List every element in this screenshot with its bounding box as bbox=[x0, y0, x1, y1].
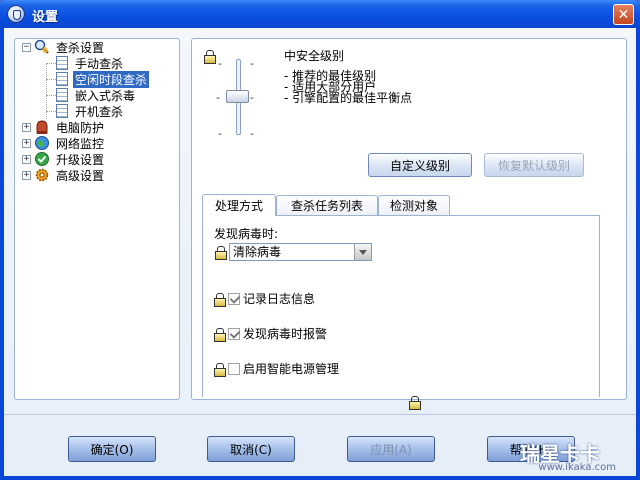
lock-icon[interactable] bbox=[204, 50, 216, 64]
custom-level-button[interactable]: 自定义级别 bbox=[368, 153, 472, 177]
magnifier-shield-icon bbox=[34, 39, 50, 55]
slider-tick: - bbox=[250, 91, 254, 104]
tree-item-advanced-settings[interactable]: + 高级设置 bbox=[22, 167, 106, 183]
log-info-checkbox[interactable] bbox=[228, 292, 240, 305]
slider-tick: - bbox=[218, 127, 222, 140]
cancel-button[interactable]: 取消(C) bbox=[207, 436, 295, 462]
lock-icon[interactable] bbox=[214, 327, 226, 342]
footer-divider bbox=[4, 414, 636, 415]
slider-tick: - bbox=[216, 91, 220, 104]
rising-shield-icon bbox=[7, 5, 25, 23]
restore-default-level-button[interactable]: 恢复默认级别 bbox=[484, 153, 584, 177]
tab-scan-task-list[interactable]: 查杀任务列表 bbox=[276, 195, 378, 215]
tree-label: 高级设置 bbox=[56, 168, 105, 183]
tree-item-idle-scan[interactable]: 空闲时段查杀 bbox=[52, 70, 150, 88]
settings-window: 设置 ✕ − 查杀设置 手动查杀 空闲时段查杀 嵌入式杀毒 开机查杀 + 电脑防… bbox=[0, 0, 640, 480]
option-label: 启用智能电源管理 bbox=[243, 362, 340, 376]
found-virus-label: 发现病毒时: bbox=[214, 227, 279, 241]
lock-icon[interactable] bbox=[214, 362, 226, 377]
expand-icon[interactable]: + bbox=[22, 170, 31, 180]
lock-icon[interactable] bbox=[409, 396, 421, 410]
tree-label: 空闲时段查杀 bbox=[73, 70, 150, 88]
alarm-checkbox[interactable] bbox=[228, 327, 240, 340]
option-power-management[interactable]: 启用智能电源管理 bbox=[214, 360, 339, 377]
slider-tick: - bbox=[250, 127, 254, 140]
settings-content: - - - - - - 中安全级别 - 推荐的最佳级别 - 适用大部分用户 - … bbox=[191, 38, 627, 410]
virus-action-select[interactable]: 清除病毒 bbox=[229, 243, 372, 261]
slider-thumb[interactable] bbox=[226, 90, 249, 103]
option-log-info[interactable]: 记录日志信息 bbox=[214, 290, 315, 307]
document-icon bbox=[56, 72, 68, 86]
level-description: - 引擎配置的最佳平衡点 bbox=[284, 91, 413, 105]
tree-item-embedded-scan[interactable]: 嵌入式杀毒 bbox=[52, 87, 137, 103]
document-icon bbox=[56, 104, 68, 118]
settings-tree: − 查杀设置 手动查杀 空闲时段查杀 嵌入式杀毒 开机查杀 + 电脑防护 + 网… bbox=[14, 38, 180, 400]
tree-label: 查杀设置 bbox=[56, 40, 105, 55]
glove-icon bbox=[34, 119, 50, 135]
tree-item-boot-scan[interactable]: 开机查杀 bbox=[52, 103, 125, 119]
dialog-client: − 查杀设置 手动查杀 空闲时段查杀 嵌入式杀毒 开机查杀 + 电脑防护 + 网… bbox=[4, 28, 636, 476]
tree-item-scan-settings[interactable]: − 查杀设置 bbox=[22, 39, 106, 55]
expand-icon[interactable]: + bbox=[22, 154, 31, 164]
close-button[interactable]: ✕ bbox=[613, 4, 634, 25]
gear-icon bbox=[34, 167, 50, 183]
tree-item-pc-protection[interactable]: + 电脑防护 bbox=[22, 119, 106, 135]
option-label: 记录日志信息 bbox=[243, 292, 316, 306]
expand-icon[interactable]: + bbox=[22, 122, 31, 132]
tree-item-update-settings[interactable]: + 升级设置 bbox=[22, 151, 106, 167]
lock-icon[interactable] bbox=[215, 246, 227, 260]
select-value: 清除病毒 bbox=[233, 245, 282, 259]
document-icon bbox=[56, 88, 68, 102]
tree-label: 嵌入式杀毒 bbox=[75, 88, 136, 103]
slider-tick: - bbox=[218, 57, 222, 70]
expand-icon[interactable]: + bbox=[22, 138, 31, 148]
handling-tab-panel: 发现病毒时: 清除病毒 记录日志信息 发现病毒时报警 启用智能电源管理 bbox=[202, 215, 600, 410]
tree-label: 开机查杀 bbox=[75, 104, 124, 119]
collapse-icon[interactable]: − bbox=[22, 42, 31, 52]
watermark-url: www.ikaka.com bbox=[538, 462, 616, 473]
title-bar[interactable]: 设置 ✕ bbox=[0, 0, 640, 28]
tab-detection-targets[interactable]: 检测对象 bbox=[378, 195, 450, 215]
tree-label: 电脑防护 bbox=[56, 120, 105, 135]
tree-label: 网络监控 bbox=[56, 136, 105, 151]
tree-label: 手动查杀 bbox=[75, 56, 124, 71]
apply-button[interactable]: 应用(A) bbox=[347, 436, 435, 462]
security-level-title: 中安全级别 bbox=[284, 49, 345, 63]
tab-handling[interactable]: 处理方式 bbox=[202, 194, 276, 216]
window-title: 设置 bbox=[32, 10, 59, 25]
slider-tick: - bbox=[250, 57, 254, 70]
ok-button[interactable]: 确定(O) bbox=[68, 436, 156, 462]
tree-label: 升级设置 bbox=[56, 152, 105, 167]
option-alarm[interactable]: 发现病毒时报警 bbox=[214, 325, 327, 342]
green-check-icon bbox=[34, 151, 50, 167]
tree-item-manual-scan[interactable]: 手动查杀 bbox=[52, 55, 125, 71]
power-management-checkbox[interactable] bbox=[228, 362, 240, 375]
lock-icon[interactable] bbox=[214, 292, 226, 307]
chevron-down-icon[interactable] bbox=[354, 244, 371, 260]
tree-item-network-monitor[interactable]: + 网络监控 bbox=[22, 135, 106, 151]
globe-icon bbox=[34, 135, 50, 151]
option-label: 发现病毒时报警 bbox=[243, 327, 328, 341]
document-icon bbox=[56, 56, 68, 70]
